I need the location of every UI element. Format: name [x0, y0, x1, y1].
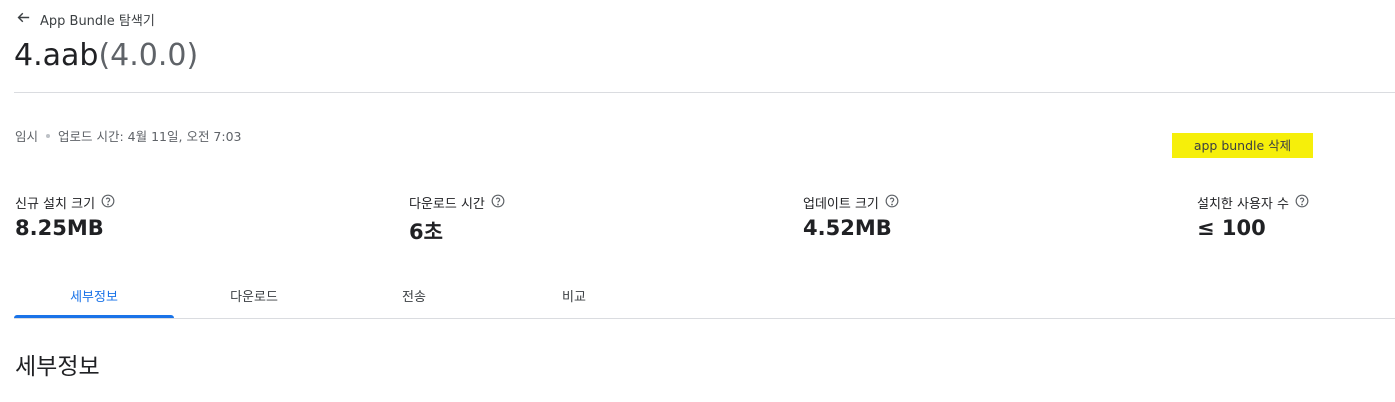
app-bundle-detail-page: App Bundle 탐색기 4.aab(4.0.0) 임시 업로드 시간: 4… [0, 0, 1395, 402]
stat-installed-users: 설치한 사용자 수 ≤ 100 [1197, 193, 1309, 240]
tab-label: 다운로드 [230, 290, 278, 305]
bundle-meta: 임시 업로드 시간: 4월 11일, 오전 7:03 [15, 126, 242, 145]
tab-compare[interactable]: 비교 [494, 284, 654, 317]
stat-value: 4.52MB [803, 216, 892, 240]
bundle-name: 4.aab [14, 38, 99, 73]
help-icon[interactable] [491, 194, 505, 212]
back-link-label: App Bundle 탐색기 [40, 14, 155, 29]
section-title: 세부정보 [15, 354, 100, 380]
stat-download-time: 다운로드 시간 6초 [409, 193, 505, 246]
stat-label: 다운로드 시간 [409, 197, 485, 212]
help-icon[interactable] [101, 194, 115, 212]
tab-bar: 세부정보 다운로드 전송 비교 [14, 284, 1395, 319]
tab-downloads[interactable]: 다운로드 [174, 284, 334, 317]
bundle-version: (4.0.0) [98, 38, 199, 73]
tab-label: 비교 [562, 290, 586, 305]
status-badge: 임시 [15, 129, 39, 144]
back-link[interactable]: App Bundle 탐색기 [15, 9, 155, 30]
stat-value: ≤ 100 [1197, 216, 1266, 240]
stat-label: 설치한 사용자 수 [1197, 197, 1289, 212]
active-tab-indicator [14, 315, 174, 318]
tab-label: 세부정보 [70, 290, 118, 305]
stat-value: 8.25MB [15, 216, 104, 240]
stat-label: 업데이트 크기 [803, 197, 879, 212]
stat-label: 신규 설치 크기 [15, 197, 96, 212]
header-divider [14, 92, 1395, 93]
stat-value: 6초 [409, 220, 443, 244]
stat-update-size: 업데이트 크기 4.52MB [803, 193, 899, 240]
help-icon[interactable] [885, 194, 899, 212]
tab-delivery[interactable]: 전송 [334, 284, 494, 317]
upload-time: 업로드 시간: 4월 11일, 오전 7:03 [58, 129, 242, 144]
arrow-back-icon [15, 9, 32, 30]
tab-details[interactable]: 세부정보 [14, 284, 174, 318]
delete-bundle-button[interactable]: app bundle 삭제 [1172, 133, 1313, 158]
page-title: 4.aab(4.0.0) [14, 36, 198, 76]
separator-dot [46, 133, 51, 138]
tab-label: 전송 [402, 290, 426, 305]
help-icon[interactable] [1295, 194, 1309, 212]
stat-install-size: 신규 설치 크기 8.25MB [15, 193, 115, 240]
